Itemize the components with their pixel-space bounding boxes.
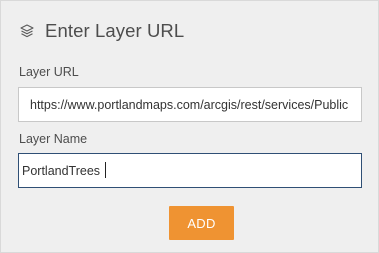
layer-name-label: Layer Name [19, 132, 88, 146]
panel-header: Enter Layer URL [18, 18, 184, 44]
layer-name-input[interactable] [18, 153, 362, 188]
layer-url-label: Layer URL [19, 65, 79, 79]
text-cursor [105, 162, 106, 178]
add-button[interactable]: ADD [169, 206, 234, 240]
layer-url-input[interactable] [18, 87, 362, 122]
layers-icon [18, 22, 36, 40]
add-layer-panel: Enter Layer URL Layer URL Layer Name ADD [0, 0, 379, 253]
panel-title: Enter Layer URL [45, 20, 185, 41]
